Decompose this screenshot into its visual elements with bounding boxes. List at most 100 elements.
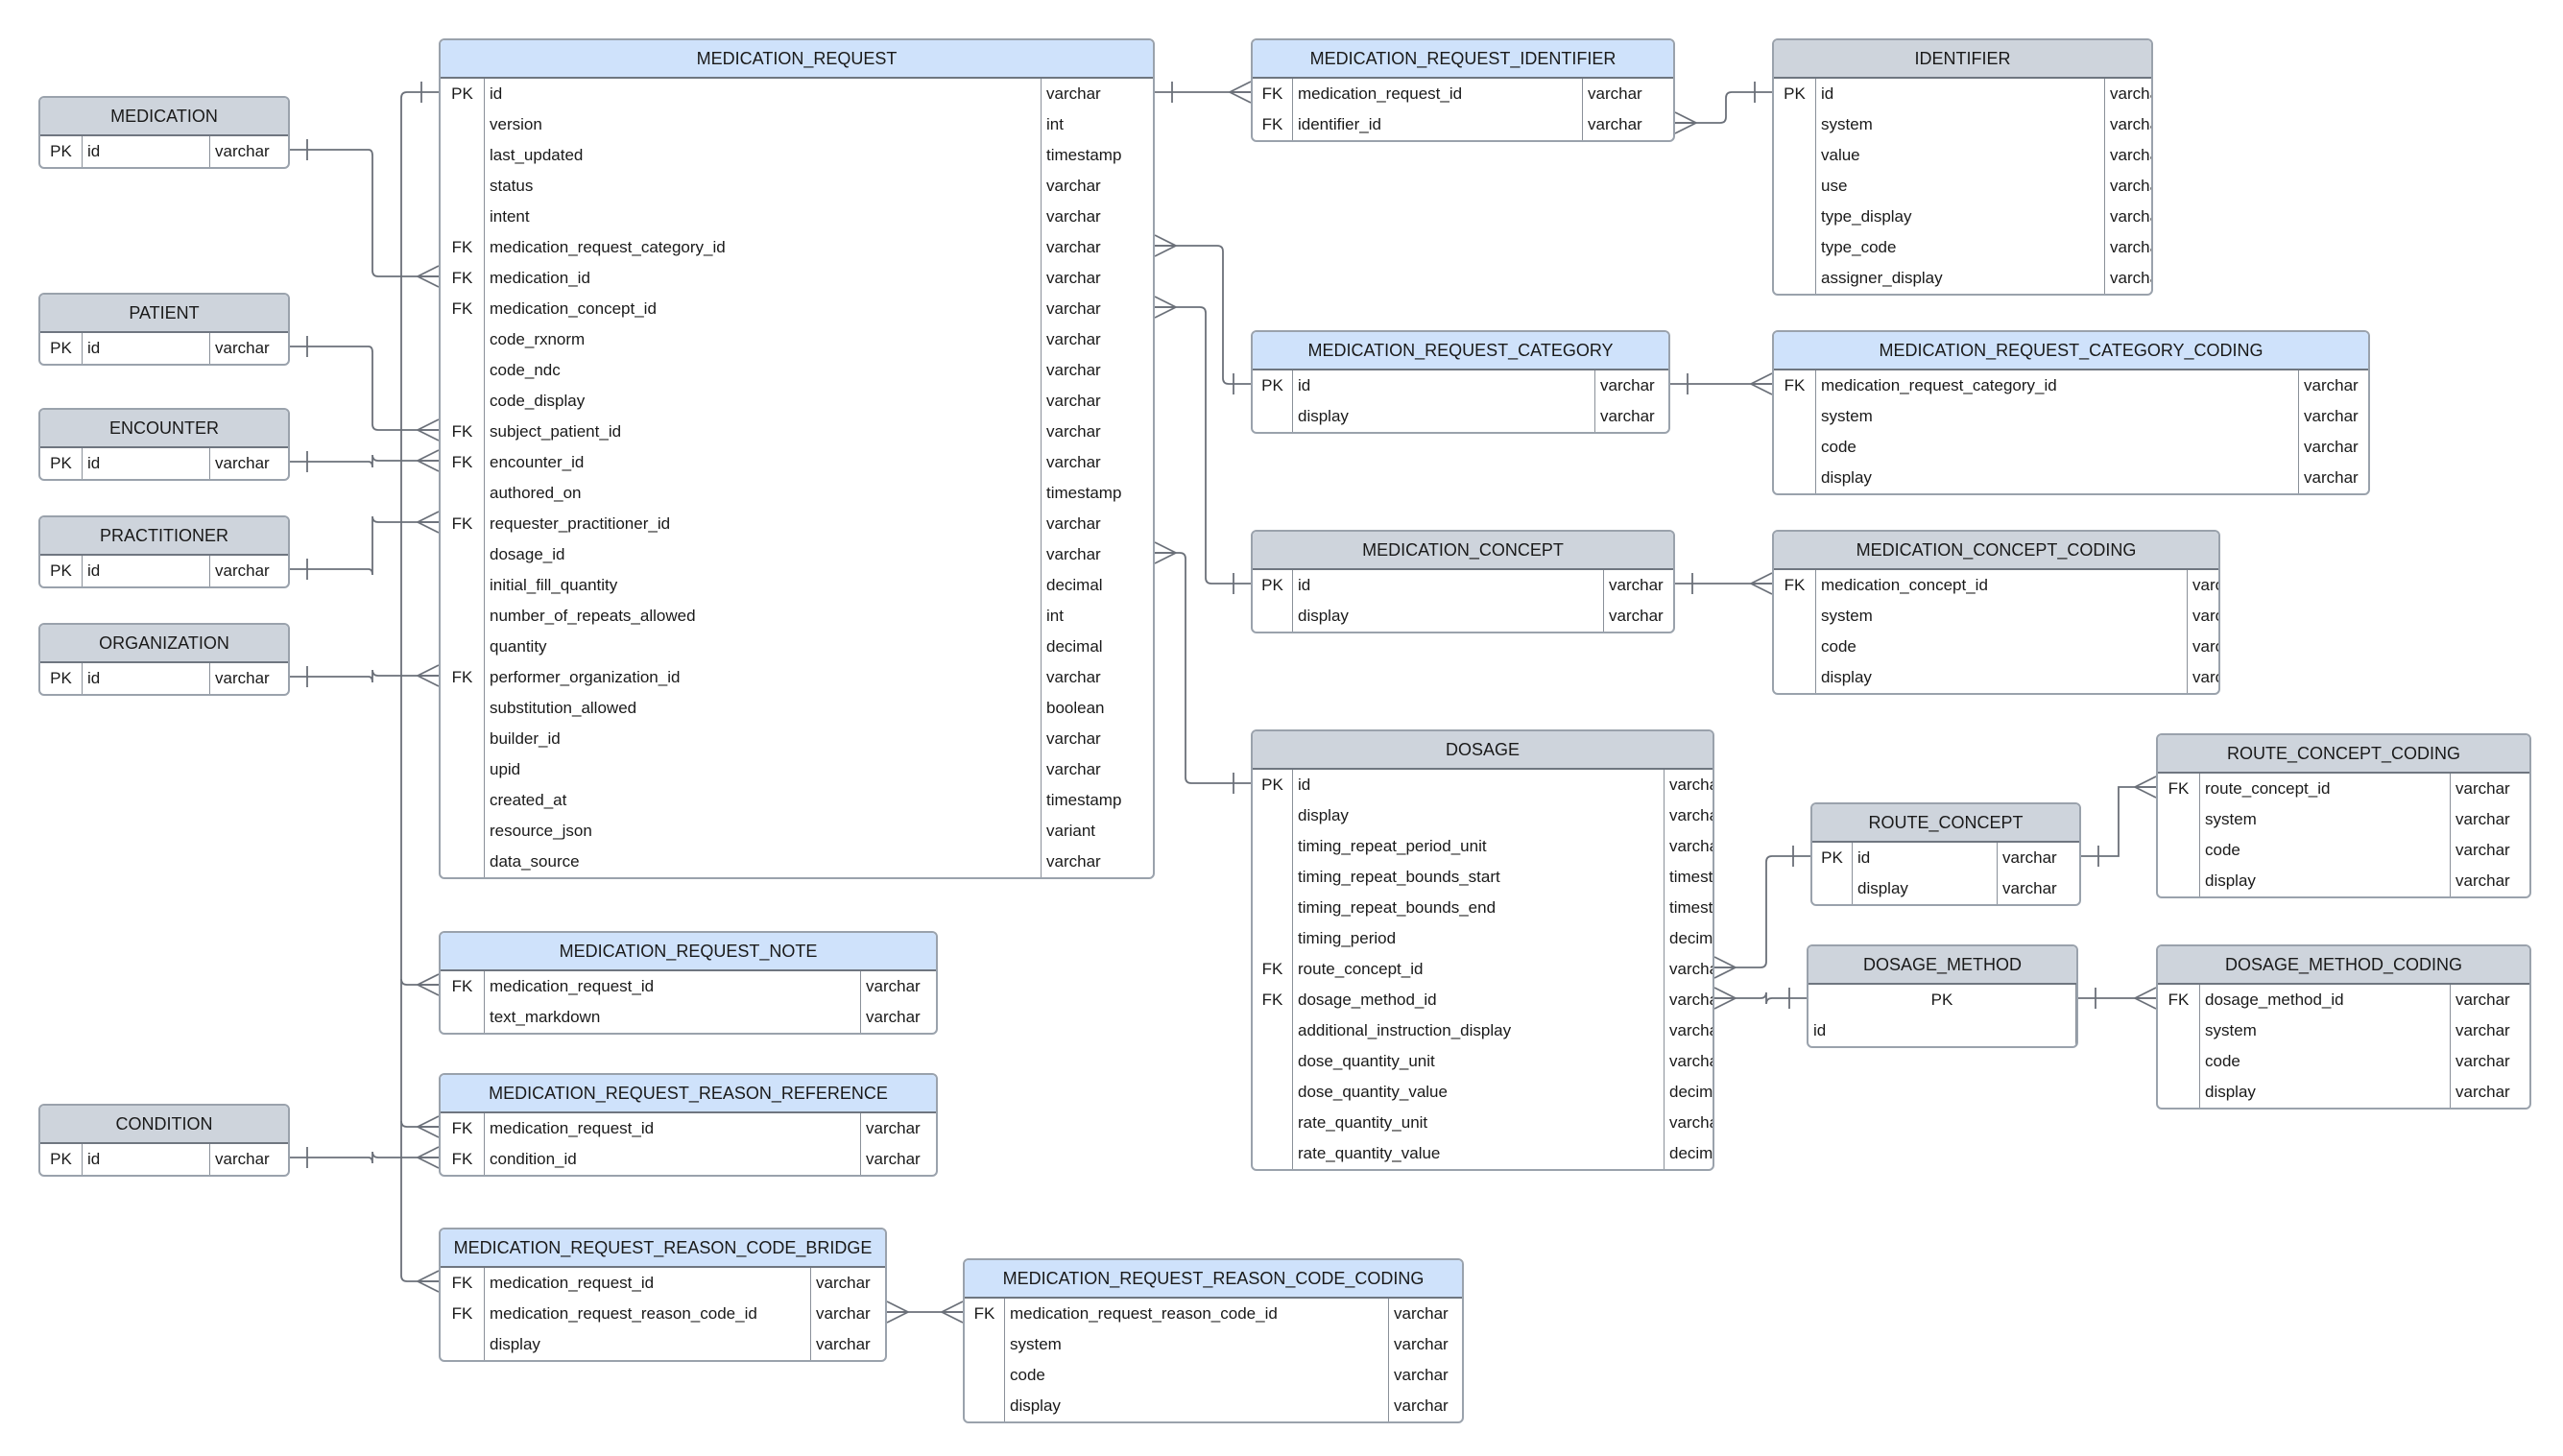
field-type: varchar — [2002, 848, 2057, 867]
field-type: varchar — [866, 1150, 921, 1168]
field-name: medication_id — [485, 263, 1042, 294]
entity-title: MEDICATION_REQUEST_REASON_CODE_BRIDGE — [441, 1229, 885, 1268]
many-marker — [2134, 987, 2157, 1010]
field-key: FK — [1253, 79, 1293, 109]
field-name: id — [1816, 79, 2105, 109]
field-name: medication_request_id — [485, 1268, 811, 1299]
field-key — [1253, 1046, 1293, 1077]
relationship-line-encounter — [290, 454, 439, 468]
field-name: id — [83, 556, 210, 586]
field-type: decimal — [1669, 1083, 1713, 1101]
field-name: id — [1293, 370, 1595, 401]
entity-medication-request: MEDICATION_REQUEST PK id varchar version int l… — [439, 38, 1155, 879]
field-name: code — [2200, 835, 2451, 866]
field-type: varchar — [1669, 806, 1713, 824]
field-name: upid — [485, 754, 1042, 785]
field-name: code — [1816, 432, 2299, 463]
field-name: dose_quantity_unit — [1293, 1046, 1665, 1077]
field-key — [1774, 401, 1816, 432]
many-marker — [2134, 776, 2157, 799]
field-name: condition_id — [485, 1144, 861, 1175]
field-type: varchar — [1669, 1113, 1713, 1132]
field-key — [2158, 1015, 2200, 1046]
field-type: varchar — [866, 1008, 921, 1026]
entity-mr-reason-coding: MEDICATION_REQUEST_REASON_CODE_CODING FK m… — [963, 1258, 1464, 1423]
field-type: varchar — [1394, 1396, 1449, 1415]
field-name: type_code — [1816, 232, 2105, 263]
field-type: varchar — [1588, 84, 1642, 103]
field-name: display — [485, 1329, 811, 1360]
entity-title: ORGANIZATION — [40, 625, 288, 663]
field-name: version — [485, 109, 1042, 140]
field-name: substitution_allowed — [485, 693, 1042, 724]
field-key — [1812, 873, 1853, 904]
field-name: builder_id — [485, 724, 1042, 754]
field-name: authored_on — [485, 478, 1042, 509]
field-name: medication_request_id — [485, 971, 861, 1002]
field-type: varchar — [215, 142, 270, 160]
field-type: timestamp — [1669, 868, 1713, 886]
field-key — [1774, 232, 1816, 263]
field-name: medication_request_reason_code_id — [1005, 1299, 1389, 1329]
field-name: medication_request_reason_code_id — [485, 1299, 811, 1329]
field-key — [441, 847, 485, 877]
relationship-line-dosage — [1155, 552, 1251, 784]
field-type: varchar — [1046, 207, 1101, 226]
field-name: system — [1816, 401, 2299, 432]
entity-title: ROUTE_CONCEPT — [1812, 804, 2079, 843]
many-marker — [1674, 111, 1697, 134]
field-type: varchar — [2110, 269, 2151, 287]
field-type: varchar — [1046, 269, 1101, 287]
field-key: PK — [1808, 985, 2076, 1015]
field-type: varchar — [1669, 776, 1713, 794]
many-marker — [417, 449, 440, 472]
field-key: PK — [40, 663, 83, 694]
many-marker — [417, 1146, 440, 1169]
field-key: FK — [441, 447, 485, 478]
field-type: varchar — [1609, 607, 1664, 625]
relationship-line-patient — [290, 346, 439, 431]
field-type: varchar — [866, 977, 921, 995]
field-name: display — [1816, 662, 2188, 693]
field-key — [1774, 463, 1816, 493]
field-type: variant — [1046, 822, 1096, 840]
field-type: varchar — [2192, 668, 2218, 686]
field-type: varchar — [2455, 1052, 2510, 1070]
field-key — [1253, 601, 1293, 632]
entity-title: DOSAGE — [1253, 731, 1713, 770]
field-key — [2158, 835, 2200, 866]
entity-dosage-method-coding: DOSAGE_METHOD_CODING FK dosage_method_id va… — [2156, 944, 2531, 1110]
field-key — [441, 724, 485, 754]
entity-organization: ORGANIZATION PK id varchar — [38, 623, 290, 696]
field-name: id — [1293, 570, 1604, 601]
relationship-bus — [400, 91, 439, 1276]
field-key — [1774, 171, 1816, 202]
field-key — [965, 1391, 1005, 1421]
field-key — [2158, 1077, 2200, 1108]
field-name: id — [83, 333, 210, 364]
field-key: FK — [2158, 985, 2200, 1015]
field-key — [1253, 1077, 1293, 1108]
entity-mr-identifier: MEDICATION_REQUEST_IDENTIFIER FK medicatio… — [1251, 38, 1675, 142]
field-name: system — [2200, 1015, 2451, 1046]
field-key — [1774, 632, 1816, 662]
entity-mr-note: MEDICATION_REQUEST_NOTE FK medication_requ… — [439, 931, 938, 1035]
field-key — [1774, 432, 1816, 463]
relationship-line-identifier — [1675, 91, 1772, 124]
entity-title: PRACTITIONER — [40, 517, 288, 556]
field-name: id — [83, 448, 210, 479]
relationship-line-condition — [290, 1151, 439, 1164]
field-name: last_updated — [485, 140, 1042, 171]
entity-dosage: DOSAGEPKidvarchardisplayvarchartiming_re… — [1251, 729, 1714, 1171]
field-type: varchar — [1046, 299, 1101, 318]
field-name: timing_repeat_bounds_start — [1293, 862, 1665, 893]
field-type: varchar — [215, 1150, 270, 1168]
field-type: varchar — [2304, 438, 2359, 456]
field-type: varchar — [2110, 84, 2151, 103]
entity-title: MEDICATION_REQUEST_REASON_REFERENCE — [441, 1075, 936, 1113]
field-type: timestamp — [1669, 898, 1713, 917]
field-key — [441, 202, 485, 232]
field-key: PK — [1253, 770, 1293, 800]
relationship-layer — [290, 81, 2157, 1324]
field-type: varchar — [2110, 177, 2151, 195]
